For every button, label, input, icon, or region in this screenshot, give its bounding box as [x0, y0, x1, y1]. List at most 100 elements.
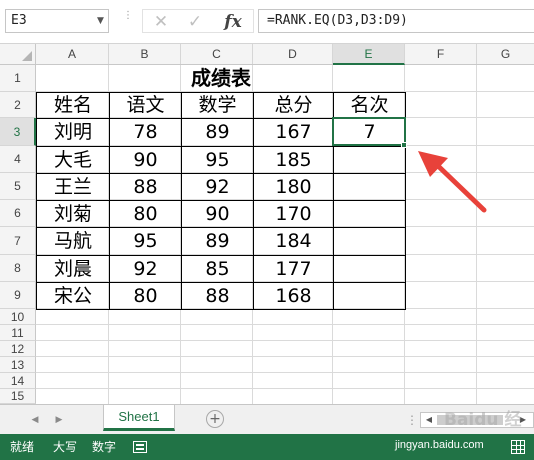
cell-name[interactable]: 马航: [37, 228, 109, 255]
cell-rank[interactable]: [334, 228, 405, 255]
row-header-2[interactable]: 2: [0, 92, 36, 118]
view-icon-line: [516, 441, 517, 453]
cell-rank[interactable]: [334, 256, 405, 282]
select-all-icon: [22, 51, 32, 61]
cell-rank[interactable]: [334, 201, 405, 227]
row-header-15[interactable]: 15: [0, 389, 36, 404]
status-ready: 就绪: [10, 440, 35, 454]
sheet-tab-sheet1[interactable]: Sheet1: [103, 405, 175, 431]
cell-chinese[interactable]: 90: [110, 147, 181, 173]
table-header-total[interactable]: 总分: [254, 93, 333, 118]
cell-rank[interactable]: [334, 147, 405, 173]
macro-record-icon[interactable]: [133, 441, 147, 453]
merged-cell-mask: [109, 66, 110, 91]
cell-name[interactable]: 王兰: [37, 174, 109, 200]
row-header-12[interactable]: 12: [0, 341, 36, 357]
cell-chinese[interactable]: 88: [110, 174, 181, 200]
view-icon-line: [512, 445, 524, 446]
sheet-tab-bar: ◀ ▶ Sheet1 + ⋮ ◀ ▶ Baidu 经验: [0, 404, 534, 456]
table-header-chinese[interactable]: 语文: [110, 93, 181, 118]
cell-name[interactable]: 大毛: [37, 147, 109, 173]
column-header-d[interactable]: D: [253, 44, 333, 64]
scroll-tabs-right-icon[interactable]: ▶: [52, 413, 66, 427]
row-header-5[interactable]: 5: [0, 173, 36, 200]
cell-total[interactable]: 167: [254, 119, 333, 146]
cell-name[interactable]: 宋公: [37, 283, 109, 309]
column-header-e[interactable]: E: [333, 44, 405, 65]
cell-total[interactable]: 180: [254, 174, 333, 200]
column-header-a[interactable]: A: [36, 44, 109, 64]
fill-handle[interactable]: [401, 142, 407, 148]
status-num: 数字: [92, 440, 117, 454]
column-header-b[interactable]: B: [109, 44, 181, 64]
view-icon-line: [512, 449, 524, 450]
view-icon-line: [520, 441, 521, 453]
cell-math[interactable]: 88: [182, 283, 253, 309]
cell-chinese[interactable]: 95: [110, 228, 181, 255]
cell-chinese[interactable]: 78: [110, 119, 181, 146]
cell-math[interactable]: 92: [182, 174, 253, 200]
gridline: [36, 324, 534, 325]
row-header-9[interactable]: 9: [0, 282, 36, 309]
cell-name[interactable]: 刘晨: [37, 256, 109, 282]
cell-total[interactable]: 168: [254, 283, 333, 309]
row-header-11[interactable]: 11: [0, 325, 36, 341]
column-header-g[interactable]: G: [477, 44, 534, 64]
cell-total[interactable]: 177: [254, 256, 333, 282]
formula-buttons: ✕ ✓ fx: [142, 9, 254, 33]
watermark-logo: Baidu 经验: [444, 410, 522, 456]
table-title[interactable]: 成绩表: [37, 65, 405, 92]
column-header-c[interactable]: C: [181, 44, 253, 64]
cell-rank[interactable]: [334, 283, 405, 309]
grid-view-icon[interactable]: [511, 440, 525, 454]
cell-math[interactable]: 89: [182, 228, 253, 255]
row-header-8[interactable]: 8: [0, 255, 36, 282]
cell-name[interactable]: 刘菊: [37, 201, 109, 227]
gridline: [36, 372, 534, 373]
row-header-1[interactable]: 1: [0, 65, 36, 92]
formula-bar-grip-icon[interactable]: ⋮: [123, 11, 133, 29]
scroll-left-icon[interactable]: ◀: [423, 414, 435, 426]
scroll-tabs-left-icon[interactable]: ◀: [28, 413, 42, 427]
column-header-f[interactable]: F: [405, 44, 477, 64]
row-header-10[interactable]: 10: [0, 309, 36, 325]
gridline: [476, 65, 477, 404]
cell-chinese[interactable]: 80: [110, 283, 181, 309]
macro-icon-line: [136, 448, 144, 450]
plus-circle-icon[interactable]: +: [206, 410, 224, 428]
formula-bar: E3 ▼ ⋮ ✕ ✓ fx =RANK.EQ(D3,D3:D9): [0, 0, 534, 44]
cell-chinese[interactable]: 92: [110, 256, 181, 282]
gridline: [36, 356, 534, 357]
table-header-rank[interactable]: 名次: [334, 93, 405, 118]
watermark-url: jingyan.baidu.com: [395, 439, 484, 451]
cell-math[interactable]: 90: [182, 201, 253, 227]
status-caps: 大写: [53, 440, 78, 454]
column-headers: A B C D E F G: [0, 44, 534, 65]
cell-math[interactable]: 85: [182, 256, 253, 282]
row-header-3[interactable]: 3: [0, 118, 36, 146]
cell-name[interactable]: 刘明: [37, 119, 109, 146]
table-header-math[interactable]: 数学: [182, 93, 253, 118]
formula-input[interactable]: =RANK.EQ(D3,D3:D9): [258, 9, 534, 33]
cell-rank[interactable]: [334, 174, 405, 200]
row-header-7[interactable]: 7: [0, 227, 36, 255]
row-header-13[interactable]: 13: [0, 357, 36, 373]
cell-total[interactable]: 185: [254, 147, 333, 173]
cell-math[interactable]: 89: [182, 119, 253, 146]
row-header-6[interactable]: 6: [0, 200, 36, 227]
cell-math[interactable]: 95: [182, 147, 253, 173]
tab-split-handle-icon[interactable]: ⋮: [406, 414, 418, 426]
table-header-name[interactable]: 姓名: [37, 93, 109, 118]
check-icon[interactable]: ✓: [179, 10, 211, 34]
chevron-down-icon[interactable]: ▼: [93, 9, 108, 33]
close-icon[interactable]: ✕: [145, 10, 177, 34]
cell-total[interactable]: 184: [254, 228, 333, 255]
fx-icon[interactable]: fx: [217, 10, 249, 34]
row-header-14[interactable]: 14: [0, 373, 36, 389]
select-all-corner[interactable]: [0, 44, 36, 64]
cell-total[interactable]: 170: [254, 201, 333, 227]
cell-chinese[interactable]: 80: [110, 201, 181, 227]
row-header-4[interactable]: 4: [0, 146, 36, 173]
macro-icon-line: [136, 444, 144, 446]
active-cell-selection[interactable]: [332, 117, 406, 146]
